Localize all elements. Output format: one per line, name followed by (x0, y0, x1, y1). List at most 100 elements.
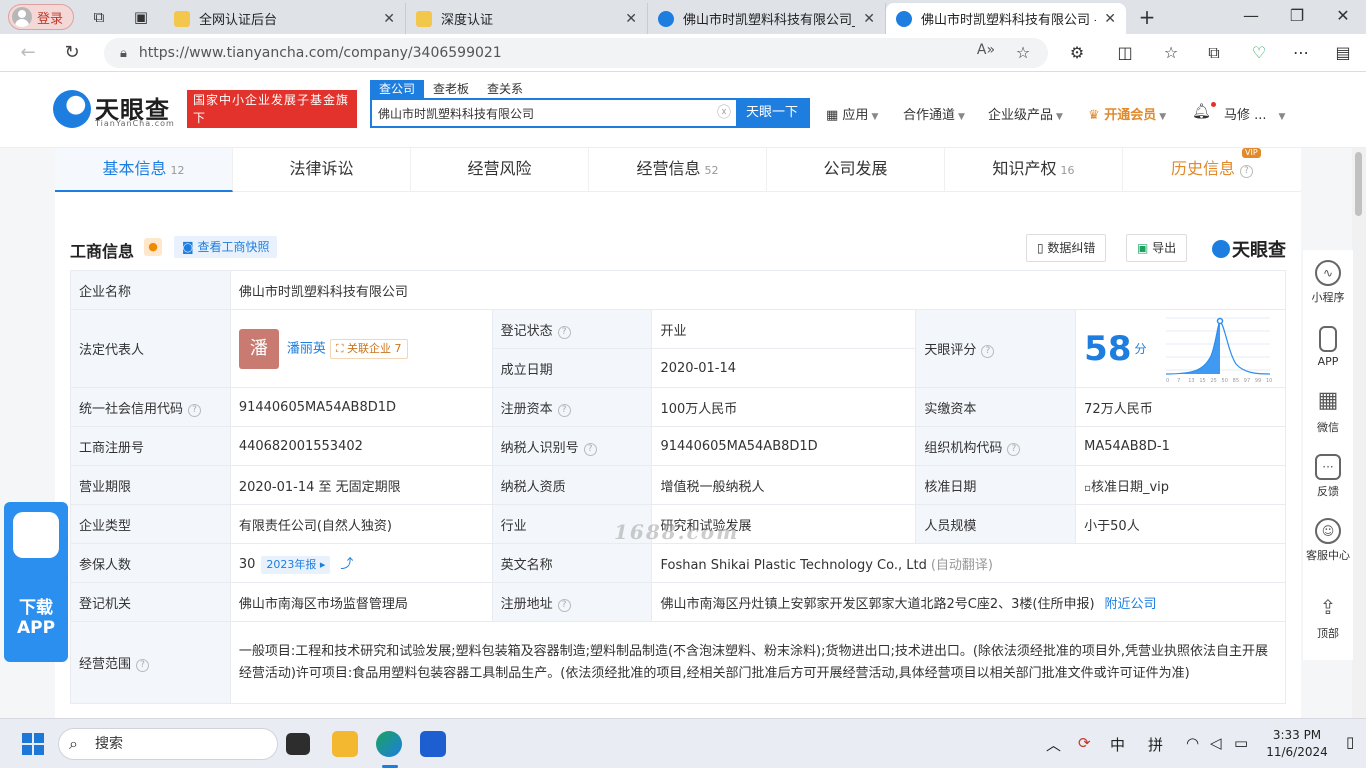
clear-search-icon[interactable]: ⓧ (712, 100, 736, 126)
task-view-icon[interactable] (286, 733, 310, 755)
table-row: 企业名称 佛山市时凯塑料科技有限公司 (70, 270, 1287, 310)
sidebar-icon[interactable]: ▤ (1332, 43, 1354, 62)
windows-start-icon[interactable] (22, 733, 44, 755)
refresh-icon[interactable]: ↻ (60, 42, 84, 63)
tab-operations[interactable]: 经营信息 52 (589, 148, 767, 192)
new-tab-button[interactable]: + (1136, 6, 1158, 28)
annual-report-button[interactable]: 2023年报 ▸ (261, 555, 331, 574)
feedback-button[interactable]: ··· 反馈 (1303, 454, 1353, 499)
tab-company-related[interactable]: 佛山市时凯塑料科技有限公司_相关 ✕ (648, 3, 886, 34)
wifi-icon[interactable]: ◠ (1186, 734, 1199, 752)
tab-actions-icon[interactable]: ▣ (130, 6, 152, 28)
help-icon[interactable]: ? (1240, 165, 1253, 178)
tray-overflow-icon[interactable]: ︿ (1046, 734, 1061, 755)
help-icon[interactable]: ? (557, 598, 571, 612)
nearby-companies-link[interactable]: 附近公司 (1105, 597, 1157, 612)
close-tab-icon[interactable]: ✕ (863, 11, 875, 27)
export-button[interactable]: ▣ 导出 (1126, 234, 1188, 262)
trend-chart-icon[interactable]: ⤴ (340, 557, 353, 572)
read-aloud-icon[interactable]: A» (975, 42, 997, 58)
search-button[interactable]: 天眼一下 (736, 100, 808, 126)
favorites-icon[interactable]: ☆ (1160, 43, 1182, 62)
help-icon[interactable]: ? (981, 345, 995, 358)
customer-service-button[interactable]: ☺ 客服中心 (1303, 518, 1353, 563)
key-label: 组织机构代码 (924, 440, 1003, 456)
close-window-icon[interactable]: ✕ (1328, 6, 1358, 25)
tab-company-active[interactable]: 佛山市时凯塑料科技有限公司 - 天眼 ✕ (886, 3, 1126, 34)
user-menu[interactable]: 马修 ... ▼ (1224, 104, 1285, 123)
address-bar-row: ← ↻ 🔒︎ https://www.tianyancha.com/compan… (0, 34, 1366, 72)
notification-center-icon[interactable]: ▯ (1346, 733, 1354, 751)
ime-language[interactable]: 中 (1110, 734, 1125, 755)
app-button[interactable]: APP (1303, 326, 1353, 368)
extensions-icon[interactable]: ⚙ (1066, 43, 1088, 62)
search-tab-relation[interactable]: 查关系 (478, 80, 532, 98)
restore-icon[interactable]: ❐ (1282, 6, 1312, 25)
minimize-icon[interactable]: — (1236, 6, 1266, 25)
apps-menu[interactable]: ▦ 应用 ▼ (826, 104, 878, 123)
wechat-button[interactable]: ▦ 微信 (1303, 390, 1353, 435)
tab-auth-admin[interactable]: 全网认证后台 ✕ (164, 3, 406, 34)
performance-icon[interactable]: ♡ (1248, 43, 1270, 62)
taskbar-search-label: 搜索 (95, 736, 123, 752)
help-icon[interactable]: ? (136, 659, 150, 672)
taskbar-search[interactable]: ⌕ 搜索 (58, 728, 278, 760)
phone-icon (1319, 326, 1337, 352)
app-download-widget[interactable]: 下载 APP (4, 502, 68, 662)
more-icon[interactable]: ⋯ (1290, 43, 1312, 62)
profile-button[interactable]: 登录 (8, 4, 74, 30)
tab-development[interactable]: 公司发展 (767, 148, 945, 192)
vip-menu[interactable]: ♛ 开通会员 ▼ (1088, 104, 1166, 123)
mini-program-button[interactable]: ∿ 小程序 (1303, 260, 1353, 305)
search-input[interactable] (372, 100, 712, 126)
search-tab-boss[interactable]: 查老板 (424, 80, 478, 98)
snapshot-button[interactable]: ◙ 查看工商快照 (174, 236, 278, 258)
help-icon[interactable]: ? (1007, 442, 1021, 456)
tab-basic-info[interactable]: 基本信息 12 (55, 148, 233, 192)
tab-risk[interactable]: 经营风险 (411, 148, 589, 192)
score-tick-label: 99 (1255, 378, 1261, 384)
score-tick-label: 25 (1211, 378, 1217, 384)
workspaces-icon[interactable]: ⧉ (88, 6, 110, 28)
data-correction-button[interactable]: ▯ 数据纠错 (1026, 234, 1107, 262)
tab-ip[interactable]: 知识产权 16 (945, 148, 1123, 192)
value-score[interactable]: 58分 0 7 13 15 25 50 85 97 99 100 (1075, 309, 1286, 388)
system-clock[interactable]: 3:33 PM 11/6/2024 (1262, 727, 1332, 761)
tab-deep-auth[interactable]: 深度认证 ✕ (406, 3, 648, 34)
search-tab-company[interactable]: 查公司 (370, 80, 425, 98)
split-screen-icon[interactable]: ◫ (1114, 43, 1136, 62)
back-to-top-button[interactable]: ⇪ 顶部 (1303, 596, 1353, 641)
app-label: APP (16, 618, 56, 638)
alert-bell-icon[interactable]: ● (144, 238, 162, 256)
close-tab-icon[interactable]: ✕ (625, 11, 637, 27)
scrollbar-thumb[interactable] (1355, 152, 1362, 216)
url-field[interactable]: 🔒︎ https://www.tianyancha.com/company/34… (104, 38, 1048, 68)
file-explorer-icon[interactable] (332, 731, 358, 757)
site-logo[interactable]: 天眼查 TianYanCha.com (53, 88, 179, 132)
tab-history[interactable]: 历史信息? VIP (1123, 148, 1301, 192)
tab-litigation[interactable]: 法律诉讼 (233, 148, 411, 192)
help-icon[interactable]: ? (583, 442, 597, 456)
volume-icon[interactable]: ◁ (1210, 734, 1222, 752)
related-companies-button[interactable]: ⛶ 关联企业 7 (329, 338, 408, 359)
page-scrollbar[interactable] (1352, 148, 1366, 718)
edge-browser-icon[interactable] (376, 731, 402, 757)
security-shield-icon[interactable] (420, 731, 446, 757)
help-icon[interactable]: ? (557, 325, 571, 339)
back-icon[interactable]: ← (16, 42, 40, 63)
legal-rep-link[interactable]: 潘丽英 (287, 341, 326, 356)
battery-icon[interactable]: ▭ (1234, 734, 1248, 752)
key-company-name: 企业名称 (70, 270, 231, 310)
legal-rep-avatar[interactable]: 潘 (238, 328, 279, 369)
close-tab-icon[interactable]: ✕ (383, 11, 395, 27)
notification-bell-icon[interactable]: 🔔︎ (1192, 102, 1217, 120)
sync-icon[interactable]: ⟳ (1078, 734, 1091, 752)
close-tab-icon[interactable]: ✕ (1104, 11, 1116, 27)
help-icon[interactable]: ? (188, 403, 202, 417)
favorite-star-icon[interactable]: ☆ (1012, 43, 1034, 62)
ime-mode[interactable]: 拼 (1148, 734, 1163, 755)
collections-icon[interactable]: ⧉ (1203, 43, 1225, 63)
enterprise-menu[interactable]: 企业级产品 ▼ (988, 104, 1063, 123)
help-icon[interactable]: ? (557, 403, 571, 417)
partner-menu[interactable]: 合作通道 ▼ (903, 104, 965, 123)
